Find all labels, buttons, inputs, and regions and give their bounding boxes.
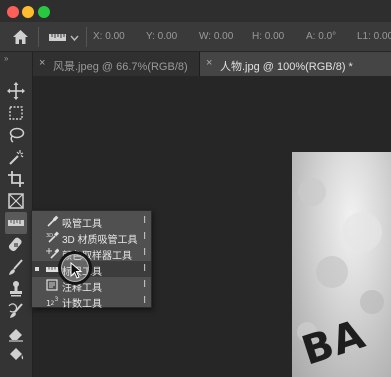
flyout-item-3d-material-eyedropper[interactable]: 3D 3D 材质吸管工具 I	[32, 229, 151, 246]
separator	[38, 27, 39, 47]
shortcut-key: I	[143, 263, 146, 274]
height-readout: H: 0.00	[252, 31, 285, 42]
separator	[86, 27, 87, 47]
svg-text:3: 3	[55, 296, 59, 303]
marquee-icon	[9, 106, 23, 120]
collapse-toolbar-icon[interactable]: »	[4, 54, 8, 63]
magic-wand-icon	[9, 150, 24, 165]
shortcut-key: I	[143, 295, 146, 306]
title-bar	[0, 0, 391, 22]
paint-bucket-icon	[10, 348, 24, 360]
shortcut-key: I	[143, 231, 146, 242]
shortcut-key: I	[143, 215, 146, 226]
width-readout: W: 0.00	[199, 31, 234, 42]
crop-tool[interactable]	[5, 168, 27, 190]
frame-tool[interactable]	[5, 190, 27, 212]
count-icon: 1 23	[46, 296, 59, 307]
magic-wand-tool[interactable]	[5, 146, 27, 168]
eraser-tool[interactable]	[5, 322, 27, 344]
y-readout: Y: 0.00	[146, 31, 178, 42]
brush-icon	[9, 259, 23, 275]
home-icon[interactable]	[12, 29, 29, 45]
length-readout: L1: 0.00	[357, 31, 391, 42]
document-image[interactable]: BA	[292, 152, 391, 377]
brush-tool[interactable]	[5, 256, 27, 278]
flyout-item-count[interactable]: 123 计数工具 I	[32, 293, 151, 310]
x-readout: X: 0.00	[93, 31, 125, 42]
frame-icon	[8, 193, 24, 209]
close-tab-icon[interactable]: ×	[39, 57, 45, 69]
lasso-icon	[9, 127, 25, 143]
mouse-pointer-icon	[70, 262, 83, 279]
flyout-item-color-sampler[interactable]: 颜色取样器工具 I	[32, 245, 151, 262]
flyout-item-label: 吸管工具	[62, 219, 102, 230]
ruler-icon	[8, 220, 24, 226]
3d-material-eyedropper-icon: 3D	[46, 231, 59, 243]
ruler-tool[interactable]	[5, 212, 27, 234]
minimize-window-button[interactable]	[22, 6, 34, 18]
shortcut-key: I	[143, 279, 146, 290]
flyout-item-note[interactable]: 注释工具 I	[32, 277, 151, 294]
marquee-tool[interactable]	[5, 102, 27, 124]
tab-portrait[interactable]: × 人物.jpg @ 100%(RGB/8) *	[200, 52, 391, 76]
color-sampler-icon	[46, 248, 59, 259]
history-brush-icon	[8, 303, 23, 318]
stamp-icon	[10, 281, 22, 297]
lasso-tool[interactable]	[5, 124, 27, 146]
healing-brush-tool[interactable]	[5, 234, 27, 256]
current-tool-marker	[35, 267, 39, 271]
tool-preset-picker[interactable]	[48, 30, 80, 44]
eyedropper-icon	[47, 215, 59, 227]
shortcut-key: I	[143, 247, 146, 258]
tab-label: 风景.jpeg @ 66.7%(RGB/8)	[53, 61, 188, 73]
flyout-item-label: 计数工具	[62, 299, 102, 310]
healing-brush-icon	[8, 237, 22, 252]
crop-icon	[8, 171, 24, 187]
eraser-icon	[9, 329, 23, 342]
close-tab-icon[interactable]: ×	[206, 57, 212, 69]
tools-panel: »	[0, 52, 33, 377]
tab-label: 人物.jpg @ 100%(RGB/8) *	[220, 61, 353, 73]
note-icon	[46, 279, 58, 291]
move-icon	[7, 82, 25, 100]
history-brush-tool[interactable]	[5, 300, 27, 322]
options-bar: X: 0.00 Y: 0.00 W: 0.00 H: 0.00 A: 0.0° …	[0, 22, 391, 52]
clone-stamp-tool[interactable]	[5, 278, 27, 300]
tab-landscape[interactable]: × 风景.jpeg @ 66.7%(RGB/8)	[33, 52, 200, 76]
flyout-item-label: 3D 材质吸管工具	[62, 235, 138, 246]
svg-text:3D: 3D	[46, 233, 53, 239]
paint-bucket-tool[interactable]	[5, 344, 27, 366]
document-tab-bar: × 风景.jpeg @ 66.7%(RGB/8) × 人物.jpg @ 100%…	[33, 52, 391, 76]
eyedropper-tool-flyout: 吸管工具 I 3D 3D 材质吸管工具 I 颜色取样器工具 I 标尺工具 I 注…	[31, 210, 152, 310]
close-window-button[interactable]	[7, 6, 19, 18]
move-tool[interactable]	[5, 80, 27, 102]
angle-readout: A: 0.0°	[306, 31, 337, 42]
flyout-item-eyedropper[interactable]: 吸管工具 I	[32, 213, 151, 230]
zoom-window-button[interactable]	[38, 6, 50, 18]
